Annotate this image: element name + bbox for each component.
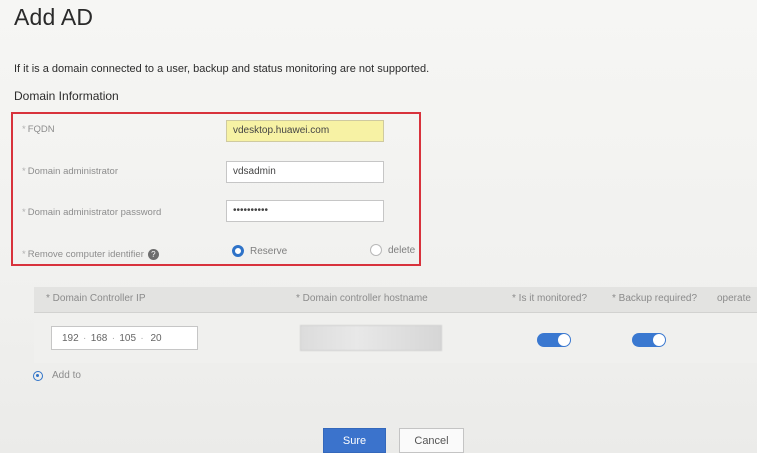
required-marker: *	[22, 207, 26, 218]
fqdn-label: * FQDN	[22, 124, 55, 135]
table-row: 192 · 168 · 105 · 20	[34, 313, 757, 363]
column-header-monitored: * Is it monitored?	[512, 293, 588, 304]
toggle-knob	[653, 334, 665, 346]
admin-label-text: Domain administrator	[27, 166, 118, 177]
admin-label: * Domain administrator	[22, 166, 118, 177]
fqdn-input[interactable]: vdesktop.huawei.com	[226, 120, 384, 142]
backup-toggle[interactable]	[632, 333, 666, 347]
add-controller-link[interactable]: Add to	[33, 370, 81, 381]
radio-selected-icon	[232, 245, 244, 257]
column-header-hostname: * Domain controller hostname	[296, 293, 428, 304]
page-title: Add AD	[14, 4, 94, 30]
column-header-backup: * Backup required?	[612, 293, 698, 304]
controllers-table-header: * Domain Controller IP * Domain controll…	[34, 287, 757, 313]
password-label-text: Domain administrator password	[27, 207, 162, 218]
ip-separator: ·	[140, 332, 144, 344]
admin-input[interactable]: vdsadmin	[226, 161, 384, 183]
radio-empty-icon	[370, 244, 382, 256]
sure-button[interactable]: Sure	[323, 428, 386, 453]
computer-identifier-label: * Remove computer identifier?	[22, 249, 159, 260]
delete-radio-label: delete	[388, 244, 416, 256]
monitored-toggle[interactable]	[537, 333, 571, 347]
password-input[interactable]: ••••••••••	[226, 200, 384, 222]
ip-separator: ·	[83, 332, 87, 344]
add-controller-label: Add to	[52, 370, 81, 381]
ip-octet-3: 105	[119, 332, 137, 344]
help-icon[interactable]: ?	[147, 249, 159, 260]
delete-radio[interactable]: delete	[370, 244, 415, 256]
ip-octet-2: 168	[90, 332, 108, 344]
fqdn-label-text: FQDN	[27, 124, 55, 135]
required-marker: *	[22, 124, 26, 135]
domain-info-heading: Domain Information	[14, 89, 119, 103]
password-label: * Domain administrator password	[22, 207, 161, 218]
column-header-ip: * Domain Controller IP	[46, 293, 146, 304]
controller-ip-input[interactable]: 192 · 168 · 105 · 20	[51, 326, 198, 350]
reserve-radio[interactable]: Reserve	[232, 245, 287, 257]
required-marker: *	[22, 166, 26, 177]
domain-notice: If it is a domain connected to a user, b…	[14, 63, 430, 75]
ip-separator: ·	[111, 332, 116, 344]
column-header-operate: operate	[717, 293, 751, 304]
ip-octet-1: 192	[62, 332, 79, 344]
cancel-button[interactable]: Cancel	[399, 428, 464, 453]
controller-hostname-input[interactable]	[300, 325, 442, 351]
ip-octet-4: 20	[150, 332, 162, 344]
add-circle-icon	[33, 370, 43, 381]
required-marker: *	[22, 249, 26, 261]
toggle-knob	[558, 334, 570, 346]
reserve-radio-label: Reserve	[250, 245, 288, 257]
computer-identifier-label-text: Remove computer identifier	[27, 249, 144, 261]
